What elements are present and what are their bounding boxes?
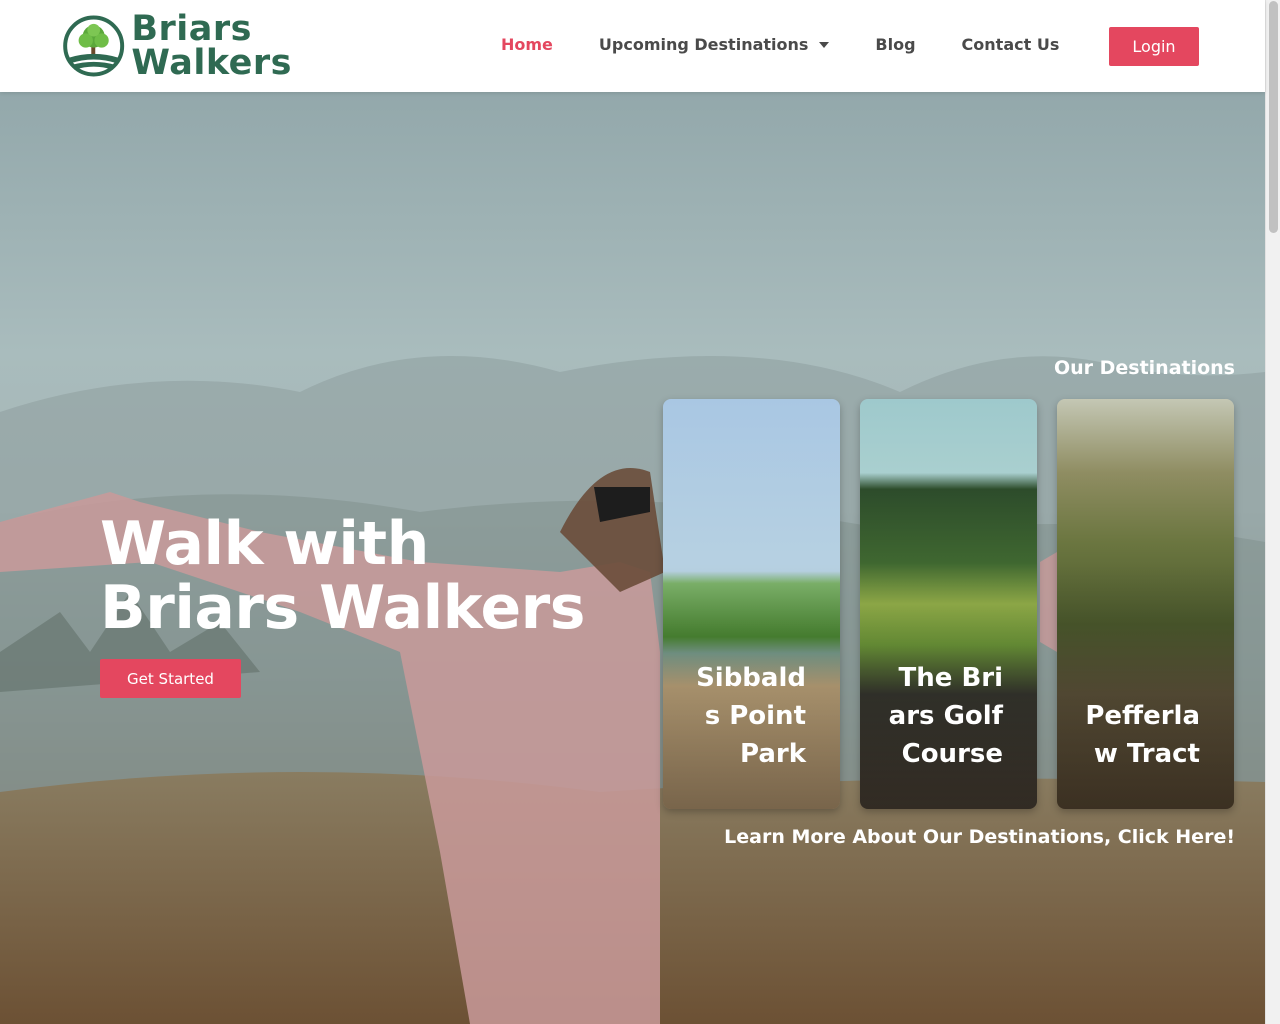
headline-line-1: Walk with — [100, 509, 429, 579]
destinations-heading: Our Destinations — [1053, 357, 1235, 379]
main-nav: Home Upcoming Destinations Blog Contact … — [501, 35, 1059, 54]
destination-card-briars-golf[interactable]: The Briars Golf Course — [860, 399, 1037, 809]
login-button[interactable]: Login — [1109, 27, 1199, 66]
tree-logo-icon — [63, 15, 125, 77]
nav-contact-us[interactable]: Contact Us — [962, 35, 1060, 54]
destination-card-title: Pefferlaw Tract — [1085, 701, 1200, 769]
page-scrollbar[interactable] — [1265, 0, 1280, 1024]
destination-card-title: Sibbalds Point Park — [696, 663, 806, 769]
caret-down-icon[interactable] — [819, 41, 830, 48]
hero-section: Walk with Briars Walkers Get Started Our… — [0, 92, 1265, 1024]
learn-more-link[interactable]: Learn More About Our Destinations, Click… — [724, 826, 1235, 848]
site-header: Briars Walkers Home Upcoming Destination… — [0, 0, 1265, 92]
nav-blog[interactable]: Blog — [875, 35, 915, 54]
nav-home[interactable]: Home — [501, 35, 553, 54]
nav-upcoming-label: Upcoming Destinations — [598, 35, 809, 54]
destination-card-sibbalds[interactable]: Sibbalds Point Park — [663, 399, 840, 809]
logo[interactable]: Briars Walkers — [62, 5, 292, 87]
brand-name: Briars Walkers — [131, 9, 292, 83]
destination-card-pefferlaw[interactable]: Pefferlaw Tract — [1057, 399, 1234, 809]
brand-line-2: Walkers — [131, 43, 292, 83]
brand-line-1: Briars — [131, 9, 252, 49]
get-started-button[interactable]: Get Started — [100, 659, 241, 698]
destination-card-title: The Briars Golf Course — [888, 663, 1003, 769]
headline-line-2: Briars Walkers — [100, 573, 585, 643]
scrollbar-thumb[interactable] — [1269, 1, 1278, 233]
hero-headline: Walk with Briars Walkers — [100, 512, 585, 640]
nav-upcoming-destinations[interactable]: Upcoming Destinations — [599, 35, 830, 54]
